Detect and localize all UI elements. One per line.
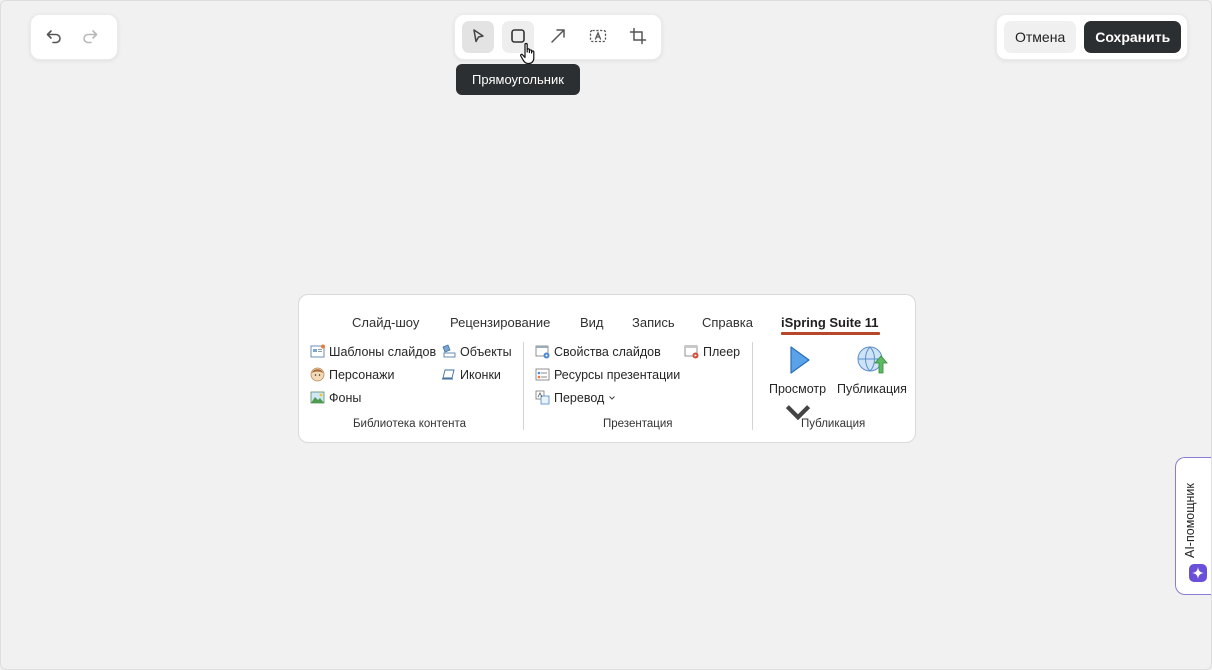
arrow-icon bbox=[549, 27, 567, 48]
ribbon-screenshot: Слайд-шоу Рецензирование Вид Запись Спра… bbox=[298, 294, 916, 443]
ribbon-item-presentation-resources: Ресурсы презентации bbox=[535, 367, 680, 382]
select-tool-button[interactable] bbox=[462, 21, 494, 53]
cursor-pointer-icon bbox=[469, 27, 487, 48]
objects-icon bbox=[441, 344, 456, 359]
slide-templates-icon bbox=[310, 344, 325, 359]
presentation-resources-icon bbox=[535, 367, 550, 382]
group-label-content-library: Библиотека контента bbox=[353, 418, 467, 430]
save-button[interactable]: Сохранить bbox=[1084, 21, 1182, 53]
ribbon-item-label: Свойства слайдов bbox=[554, 344, 661, 359]
tool-tooltip: Прямоугольник bbox=[456, 64, 580, 95]
ribbon-item-icons: Иконки bbox=[441, 367, 501, 382]
editor-canvas: Прямоугольник Отмена Сохранить Слайд-шоу… bbox=[0, 0, 1212, 670]
history-toolbar bbox=[30, 14, 118, 60]
group-label-presentation: Презентация bbox=[603, 418, 673, 430]
ribbon-tab-record: Запись bbox=[632, 315, 675, 330]
text-box-icon bbox=[589, 27, 607, 48]
ribbon-item-translation[interactable]: Перевод bbox=[535, 390, 616, 405]
ribbon-item-label: Персонажи bbox=[329, 367, 395, 382]
ribbon-item-label: Перевод bbox=[554, 390, 605, 405]
translation-icon bbox=[535, 390, 550, 405]
slide-properties-icon bbox=[535, 344, 550, 359]
globe-upload-icon bbox=[855, 343, 889, 382]
ribbon-item-publish[interactable]: Публикация bbox=[837, 343, 907, 396]
undo-button[interactable] bbox=[38, 21, 70, 53]
drawing-tools-toolbar bbox=[454, 14, 662, 60]
ribbon-item-label: Плеер bbox=[703, 344, 741, 359]
ribbon-tab-review: Рецензирование bbox=[450, 315, 551, 330]
ribbon-item-slide-templates: Шаблоны слайдов bbox=[310, 344, 436, 359]
ribbon-item-label: Фоны bbox=[329, 390, 362, 405]
characters-icon bbox=[310, 367, 325, 382]
ribbon-item-label: Просмотр bbox=[769, 382, 827, 396]
ribbon-item-label: Шаблоны слайдов bbox=[329, 344, 437, 359]
play-preview-icon bbox=[781, 343, 815, 382]
redo-icon bbox=[81, 27, 99, 48]
group-separator bbox=[752, 342, 753, 430]
ribbon-item-characters: Персонажи bbox=[310, 367, 394, 382]
hand-cursor-icon bbox=[519, 42, 539, 66]
arrow-tool-button[interactable] bbox=[542, 21, 574, 53]
ai-helper-tab[interactable]: AI-помощник bbox=[1175, 457, 1211, 595]
ribbon-item-objects: Объекты bbox=[441, 344, 512, 359]
redo-button[interactable] bbox=[74, 21, 106, 53]
edit-actions-toolbar: Отмена Сохранить bbox=[996, 14, 1188, 60]
ribbon-tab-view: Вид bbox=[580, 315, 604, 330]
ai-helper-label: AI-помощник bbox=[1183, 483, 1197, 558]
sparkle-icon bbox=[1188, 563, 1208, 583]
text-tool-button[interactable] bbox=[582, 21, 614, 53]
chevron-down-icon bbox=[608, 391, 616, 405]
ribbon-item-label: Ресурсы презентации bbox=[554, 367, 681, 382]
undo-icon bbox=[45, 27, 63, 48]
ribbon-tab-ispring: iSpring Suite 11 bbox=[781, 315, 879, 330]
ribbon-item-label: Публикация bbox=[837, 382, 907, 396]
icons-icon bbox=[441, 367, 456, 382]
cancel-button[interactable]: Отмена bbox=[1004, 21, 1077, 53]
player-icon bbox=[684, 344, 699, 359]
backgrounds-icon bbox=[310, 390, 325, 405]
ribbon-item-backgrounds: Фоны bbox=[310, 390, 361, 405]
crop-icon bbox=[629, 27, 647, 48]
crop-tool-button[interactable] bbox=[622, 21, 654, 53]
ribbon-item-player: Плеер bbox=[684, 344, 740, 359]
active-tab-underline bbox=[781, 332, 880, 335]
ribbon-tab-slideshow: Слайд-шоу bbox=[352, 315, 420, 330]
ribbon-item-slide-properties: Свойства слайдов bbox=[535, 344, 661, 359]
ribbon-item-label: Объекты bbox=[460, 344, 512, 359]
group-label-publishing: Публикация bbox=[801, 418, 866, 430]
group-separator bbox=[523, 342, 524, 430]
ribbon-item-label: Иконки bbox=[460, 367, 501, 382]
ribbon-tab-help: Справка bbox=[702, 315, 753, 330]
